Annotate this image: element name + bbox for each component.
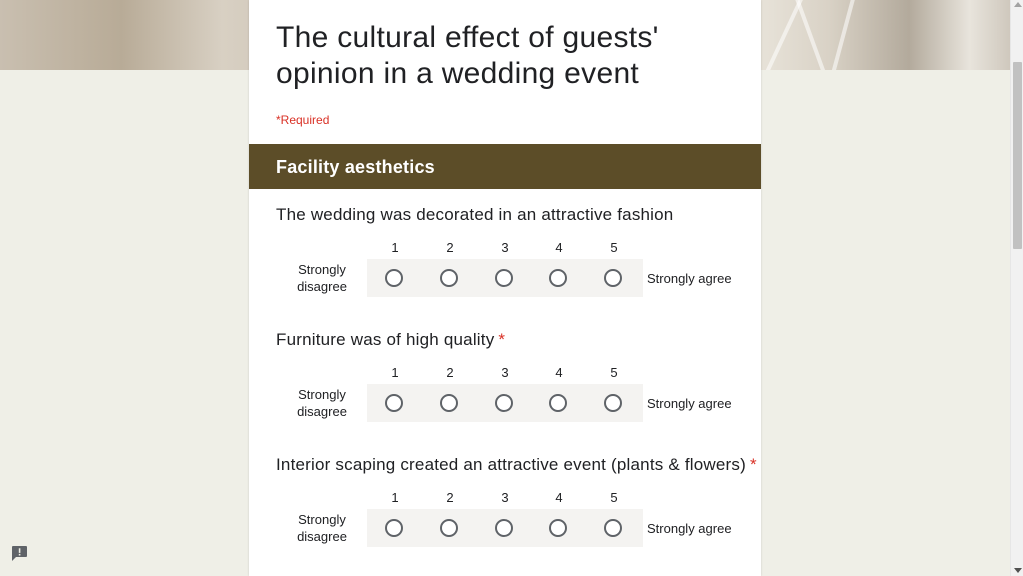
question-title: Furniture was of high quality * <box>276 330 505 350</box>
radio-option-1[interactable] <box>385 269 403 287</box>
radio-option-4[interactable] <box>549 394 567 412</box>
scale-high-label: Strongly agree <box>647 521 732 536</box>
linear-scale-options <box>367 509 643 547</box>
vertical-scrollbar[interactable] <box>1010 0 1023 576</box>
radio-option-5[interactable] <box>604 394 622 412</box>
radio-option-2[interactable] <box>440 269 458 287</box>
radio-option-2[interactable] <box>440 394 458 412</box>
scale-number-5: 5 <box>610 490 618 505</box>
scale-number-2: 2 <box>446 240 454 255</box>
question-furniture-quality: Furniture was of high quality * 1 2 3 4 5… <box>249 330 761 448</box>
form-card: The cultural effect of guests' opinion i… <box>249 0 761 576</box>
radio-option-5[interactable] <box>604 269 622 287</box>
question-title: The wedding was decorated in an attracti… <box>276 205 673 225</box>
scale-low-label: Strongly disagree <box>297 387 347 419</box>
report-feedback-icon[interactable] <box>11 545 28 562</box>
scale-number-3: 3 <box>501 240 509 255</box>
scrollbar-thumb[interactable] <box>1013 62 1022 249</box>
scale-number-1: 1 <box>391 365 399 380</box>
linear-scale-options <box>367 259 643 297</box>
scale-number-3: 3 <box>501 490 509 505</box>
scale-low-label: Strongly disagree <box>297 262 347 294</box>
section-title: Facility aesthetics <box>276 157 435 177</box>
scale-number-5: 5 <box>610 240 618 255</box>
question-title-text: Interior scaping created an attractive e… <box>276 455 746 474</box>
radio-option-1[interactable] <box>385 519 403 537</box>
radio-option-3[interactable] <box>495 519 513 537</box>
scale-number-4: 4 <box>555 365 563 380</box>
scale-high-label: Strongly agree <box>647 396 732 411</box>
radio-option-5[interactable] <box>604 519 622 537</box>
required-asterisk: * <box>498 330 506 349</box>
radio-option-3[interactable] <box>495 394 513 412</box>
scale-number-4: 4 <box>555 240 563 255</box>
question-title-text: Furniture was of high quality <box>276 330 495 349</box>
scale-number-2: 2 <box>446 490 454 505</box>
question-title-text: The wedding was decorated in an attracti… <box>276 205 674 224</box>
radio-option-4[interactable] <box>549 269 567 287</box>
question-title: Interior scaping created an attractive e… <box>276 455 757 475</box>
scroll-up-arrow-icon[interactable] <box>1014 2 1022 7</box>
question-interior-scaping: Interior scaping created an attractive e… <box>249 455 761 573</box>
scale-number-3: 3 <box>501 365 509 380</box>
radio-option-2[interactable] <box>440 519 458 537</box>
required-asterisk: * <box>749 455 757 474</box>
scale-number-2: 2 <box>446 365 454 380</box>
scroll-down-arrow-icon[interactable] <box>1014 568 1022 573</box>
radio-option-1[interactable] <box>385 394 403 412</box>
scale-high-label: Strongly agree <box>647 271 732 286</box>
scale-number-4: 4 <box>555 490 563 505</box>
question-decorated: The wedding was decorated in an attracti… <box>249 205 761 323</box>
radio-option-4[interactable] <box>549 519 567 537</box>
linear-scale-options <box>367 384 643 422</box>
scale-number-5: 5 <box>610 365 618 380</box>
section-header: Facility aesthetics <box>249 144 761 189</box>
form-title: The cultural effect of guests' opinion i… <box>276 21 659 90</box>
scale-number-1: 1 <box>391 490 399 505</box>
scale-number-1: 1 <box>391 240 399 255</box>
radio-option-3[interactable] <box>495 269 513 287</box>
scale-low-label: Strongly disagree <box>297 512 347 544</box>
required-note: *Required <box>276 113 330 127</box>
